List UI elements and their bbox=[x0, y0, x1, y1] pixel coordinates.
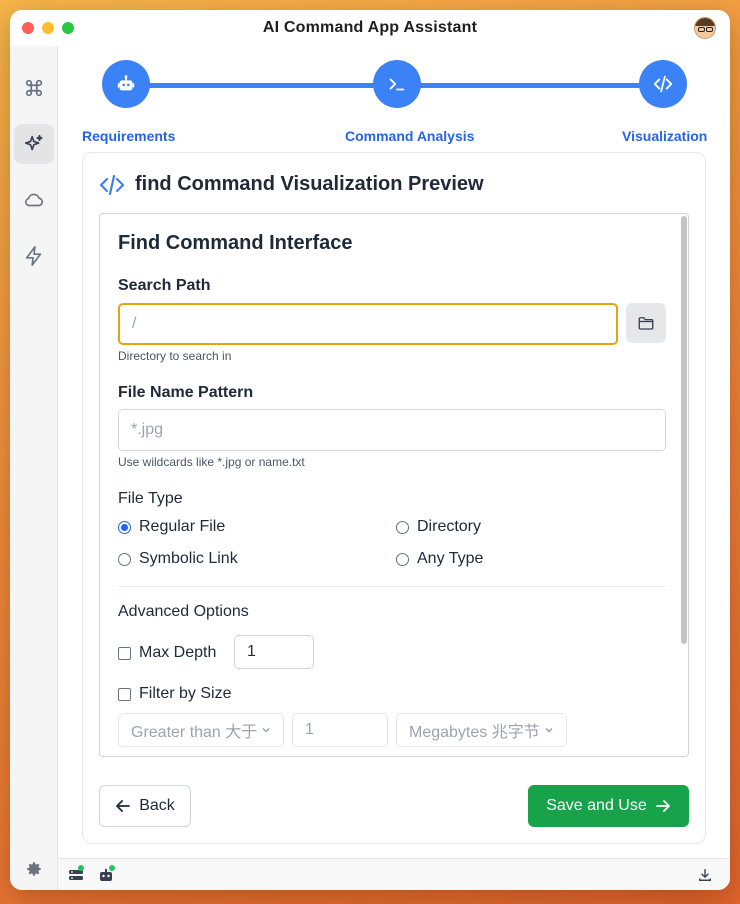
gear-icon bbox=[27, 862, 41, 876]
app-window: AI Command App Assistant Requirements Co… bbox=[10, 10, 730, 890]
size-comparison-value: Greater than 大于 bbox=[131, 724, 258, 741]
code-icon bbox=[99, 174, 125, 195]
sidebar-item-command[interactable] bbox=[14, 68, 54, 108]
file-type-any-option[interactable]: Any Type bbox=[396, 550, 483, 568]
filter-by-size-option[interactable]: Filter by Size bbox=[118, 685, 231, 703]
arrow-left-icon bbox=[116, 800, 131, 812]
robot-status-dot bbox=[109, 865, 115, 871]
window-title: AI Command App Assistant bbox=[262, 19, 478, 36]
terminal-icon bbox=[389, 78, 405, 91]
file-name-pattern-input[interactable] bbox=[118, 409, 666, 451]
section-divider bbox=[118, 586, 666, 587]
status-bar bbox=[58, 858, 730, 890]
step-analysis-circle[interactable] bbox=[373, 60, 421, 108]
command-icon bbox=[25, 79, 43, 97]
server-status-dot bbox=[78, 865, 84, 871]
minimize-window-button[interactable] bbox=[42, 22, 54, 34]
visualization-card: find Command Visualization Preview Find … bbox=[82, 152, 706, 844]
sidebar-item-cloud[interactable] bbox=[14, 180, 54, 220]
settings-button[interactable] bbox=[14, 849, 54, 889]
max-depth-label: Max Depth bbox=[139, 644, 217, 661]
folder-icon bbox=[638, 317, 654, 330]
download-icon[interactable] bbox=[698, 868, 712, 882]
arrow-right-icon bbox=[655, 800, 670, 812]
file-type-directory-option[interactable]: Directory bbox=[396, 518, 481, 536]
user-avatar[interactable] bbox=[694, 17, 716, 39]
file-type-label: File Type bbox=[118, 490, 183, 507]
sidebar-item-ai[interactable] bbox=[14, 124, 54, 164]
advanced-options-label: Advanced Options bbox=[118, 603, 249, 620]
sidebar bbox=[10, 46, 58, 890]
preview-scrollbar[interactable] bbox=[681, 216, 687, 644]
sidebar-item-lightning[interactable] bbox=[14, 236, 54, 276]
size-unit-value: Megabytes 兆字节 bbox=[409, 724, 540, 741]
save-and-use-button[interactable]: Save and Use bbox=[528, 785, 689, 827]
radio-any-type-label: Any Type bbox=[417, 550, 484, 567]
step-label-analysis: Command Analysis bbox=[345, 128, 475, 144]
step-visualization-circle[interactable] bbox=[639, 60, 687, 108]
chevron-down-icon bbox=[545, 727, 553, 733]
radio-any-type[interactable] bbox=[396, 552, 409, 566]
file-name-pattern-help: Use wildcards like *.jpg or name.txt bbox=[118, 455, 305, 469]
search-path-input[interactable] bbox=[118, 303, 618, 345]
size-value-input[interactable]: 1 bbox=[292, 713, 388, 747]
sparkles-icon bbox=[24, 134, 43, 151]
file-type-symlink-option[interactable]: Symbolic Link bbox=[118, 550, 238, 568]
step-label-visualization: Visualization bbox=[622, 128, 708, 144]
radio-regular-file[interactable] bbox=[118, 520, 131, 534]
search-path-help: Directory to search in bbox=[118, 349, 232, 363]
form-heading: Find Command Interface bbox=[118, 232, 353, 254]
code-icon bbox=[653, 75, 673, 93]
radio-directory[interactable] bbox=[396, 520, 409, 534]
title-bar: AI Command App Assistant bbox=[10, 10, 730, 46]
search-path-label: Search Path bbox=[118, 277, 211, 294]
lightning-icon bbox=[25, 246, 42, 266]
filter-by-size-checkbox[interactable] bbox=[118, 687, 131, 701]
robot-icon bbox=[117, 75, 135, 91]
chevron-down-icon bbox=[262, 727, 270, 733]
size-value: 1 bbox=[305, 721, 314, 738]
card-title: find Command Visualization Preview bbox=[135, 173, 484, 195]
radio-symbolic-link[interactable] bbox=[118, 552, 131, 566]
step-label-requirements: Requirements bbox=[82, 128, 176, 144]
close-window-button[interactable] bbox=[22, 22, 34, 34]
back-button-label: Back bbox=[139, 797, 175, 814]
radio-regular-file-label: Regular File bbox=[139, 518, 226, 535]
zoom-window-button[interactable] bbox=[62, 22, 74, 34]
file-name-pattern-label: File Name Pattern bbox=[118, 384, 254, 401]
cloud-icon bbox=[24, 193, 44, 207]
radio-symbolic-link-label: Symbolic Link bbox=[139, 550, 238, 567]
max-depth-option[interactable]: Max Depth bbox=[118, 644, 216, 662]
size-comparison-select[interactable]: Greater than 大于 bbox=[118, 713, 284, 747]
file-type-regular-option[interactable]: Regular File bbox=[118, 518, 225, 536]
max-depth-checkbox[interactable] bbox=[118, 646, 131, 660]
browse-folder-button[interactable] bbox=[626, 303, 666, 343]
back-button[interactable]: Back bbox=[99, 785, 191, 827]
card-header: find Command Visualization Preview bbox=[99, 173, 484, 196]
max-depth-input[interactable]: 1 bbox=[234, 635, 314, 669]
radio-directory-label: Directory bbox=[417, 518, 482, 535]
interface-preview-panel[interactable]: Find Command Interface Search Path Direc… bbox=[99, 213, 689, 757]
step-requirements-circle[interactable] bbox=[102, 60, 150, 108]
main-content: Requirements Command Analysis Visualizat… bbox=[66, 52, 718, 852]
window-controls bbox=[22, 22, 74, 34]
size-unit-select[interactable]: Megabytes 兆字节 bbox=[396, 713, 567, 747]
save-button-label: Save and Use bbox=[546, 797, 647, 814]
filter-by-size-label: Filter by Size bbox=[139, 685, 232, 702]
